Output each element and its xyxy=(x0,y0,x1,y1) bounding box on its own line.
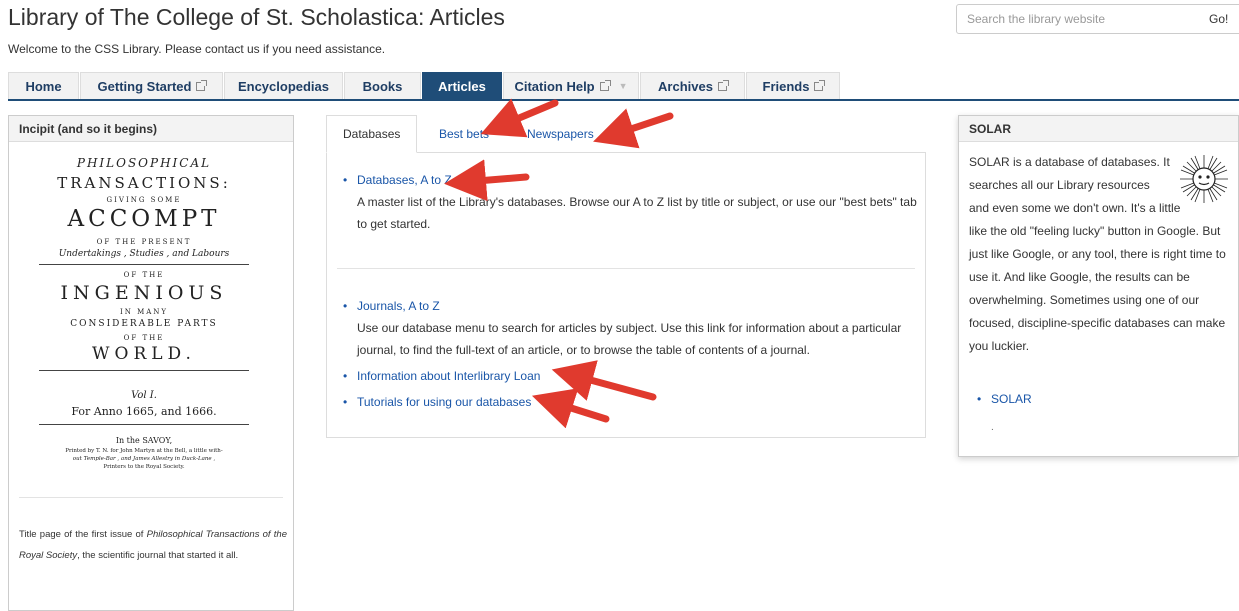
incipit-panel-title: Incipit (and so it begins) xyxy=(9,116,293,142)
stray-dot: . xyxy=(991,422,994,433)
external-link-icon xyxy=(814,79,826,91)
solar-links: SOLAR xyxy=(977,392,1032,406)
external-link-icon xyxy=(717,79,729,91)
divider xyxy=(337,268,915,269)
external-link-icon xyxy=(599,79,611,91)
list-item: SOLAR xyxy=(977,392,1032,406)
tutorials-link[interactable]: Tutorials for using our databases xyxy=(357,395,531,409)
solar-description: SOLAR is a database of databases. It sea… xyxy=(969,151,1231,358)
databases-tab-content: Databases, A to Z A master list of the L… xyxy=(326,152,926,438)
list-item: Information about Interlibrary Loan xyxy=(343,365,917,387)
tab-newspapers[interactable]: Newspapers xyxy=(511,115,610,153)
page-title: Library of The College of St. Scholastic… xyxy=(8,4,505,30)
article-tabs: Databases Best bets Newspapers xyxy=(326,115,926,153)
go-button[interactable]: Go! xyxy=(1198,4,1239,34)
list-item: Databases, A to Z A master list of the L… xyxy=(343,169,917,235)
external-link-icon xyxy=(196,79,208,91)
nav-tab-home[interactable]: Home xyxy=(8,72,79,99)
solar-link[interactable]: SOLAR xyxy=(991,392,1032,406)
sun-icon xyxy=(1180,155,1228,203)
journals-a-to-z-link[interactable]: Journals, A to Z xyxy=(357,299,440,313)
solar-panel-title: SOLAR xyxy=(959,116,1238,142)
databases-a-to-z-link[interactable]: Databases, A to Z xyxy=(357,173,452,187)
title-page-image: PHILOSOPHICAL TRANSACTIONS: GIVING SOME … xyxy=(19,154,269,480)
solar-panel: SOLAR SOLAR is a database of databases. … xyxy=(958,115,1239,457)
list-item: Journals, A to Z Use our database menu t… xyxy=(343,295,917,361)
journals-description: Use our database menu to search for arti… xyxy=(357,321,902,357)
journals-list: Journals, A to Z Use our database menu t… xyxy=(343,295,917,413)
main-nav: Home Getting Started Encyclopedias Books… xyxy=(8,72,1239,101)
nav-tab-archives[interactable]: Archives xyxy=(640,72,745,99)
search-input[interactable] xyxy=(956,4,1199,34)
nav-tab-getting-started[interactable]: Getting Started xyxy=(80,72,223,99)
tab-databases[interactable]: Databases xyxy=(326,115,417,153)
tab-best-bets[interactable]: Best bets xyxy=(423,115,505,153)
nav-tab-citation-help[interactable]: Citation Help ▼ xyxy=(503,72,639,99)
nav-tab-encyclopedias[interactable]: Encyclopedias xyxy=(224,72,343,99)
incipit-panel: Incipit (and so it begins) PHILOSOPHICAL… xyxy=(8,115,294,611)
nav-tab-friends[interactable]: Friends xyxy=(746,72,840,99)
chevron-down-icon: ▼ xyxy=(618,81,628,91)
list-item: Tutorials for using our databases xyxy=(343,391,917,413)
databases-list: Databases, A to Z A master list of the L… xyxy=(343,169,917,235)
databases-a-to-z-description: A master list of the Library's databases… xyxy=(357,195,917,231)
interlibrary-loan-link[interactable]: Information about Interlibrary Loan xyxy=(357,369,540,383)
nav-tab-articles[interactable]: Articles xyxy=(422,72,502,99)
title-page-caption: Title page of the first issue of Philoso… xyxy=(19,529,287,561)
welcome-message: Welcome to the CSS Library. Please conta… xyxy=(8,42,386,56)
nav-tab-books[interactable]: Books xyxy=(344,72,421,99)
